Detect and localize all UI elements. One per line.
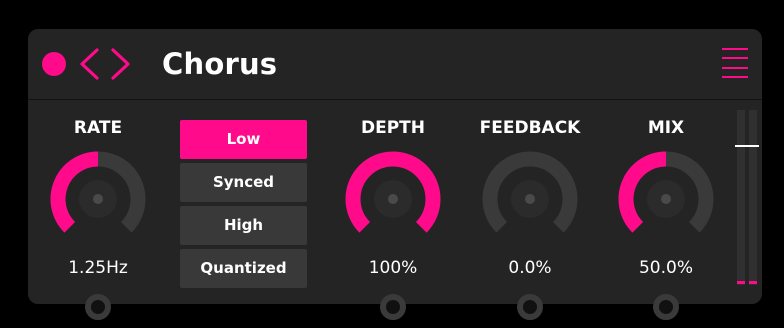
knob-center-dot (525, 194, 535, 204)
meter-right-channel (749, 110, 757, 285)
meter-right-fill (749, 281, 757, 284)
rate-mode-selector: Low Synced High Quantized (180, 120, 307, 290)
depth-knob[interactable] (342, 148, 444, 250)
output-level-meter[interactable] (735, 110, 760, 288)
rate-label: RATE (73, 118, 123, 138)
header-divider (28, 99, 762, 100)
mix-knob[interactable] (615, 148, 717, 250)
knob-center-dot (93, 194, 103, 204)
feedback-mod-port[interactable] (515, 292, 545, 322)
meter-left-fill (737, 281, 745, 284)
rate-mode-low[interactable]: Low (180, 120, 307, 159)
mix-label: MIX (647, 118, 685, 138)
rate-mode-synced[interactable]: Synced (180, 163, 307, 202)
chevron-right-icon[interactable] (110, 45, 132, 83)
knob-center-dot (388, 194, 398, 204)
knob-center-dot (661, 194, 671, 204)
depth-value: 100% (368, 258, 418, 278)
mix-value: 50.0% (638, 258, 693, 278)
chevron-left-icon[interactable] (78, 45, 100, 83)
feedback-value: 0.0% (508, 258, 552, 278)
meter-level-handle[interactable] (735, 145, 759, 147)
feedback-knob[interactable] (479, 148, 581, 250)
depth-mod-port[interactable] (378, 292, 408, 322)
power-toggle-icon[interactable] (42, 52, 66, 76)
rate-mode-high[interactable]: High (180, 206, 307, 245)
meter-left-channel (737, 110, 745, 285)
mix-mod-port[interactable] (651, 292, 681, 322)
rate-mode-quantized[interactable]: Quantized (180, 249, 307, 288)
rate-knob[interactable] (47, 148, 149, 250)
feedback-label: FEEDBACK (479, 118, 581, 138)
depth-label: DEPTH (360, 118, 425, 138)
plugin-title: Chorus (162, 47, 278, 81)
rate-mod-port[interactable] (83, 292, 113, 322)
rate-value: 1.25Hz (68, 258, 128, 278)
hamburger-menu-icon[interactable] (722, 48, 748, 78)
